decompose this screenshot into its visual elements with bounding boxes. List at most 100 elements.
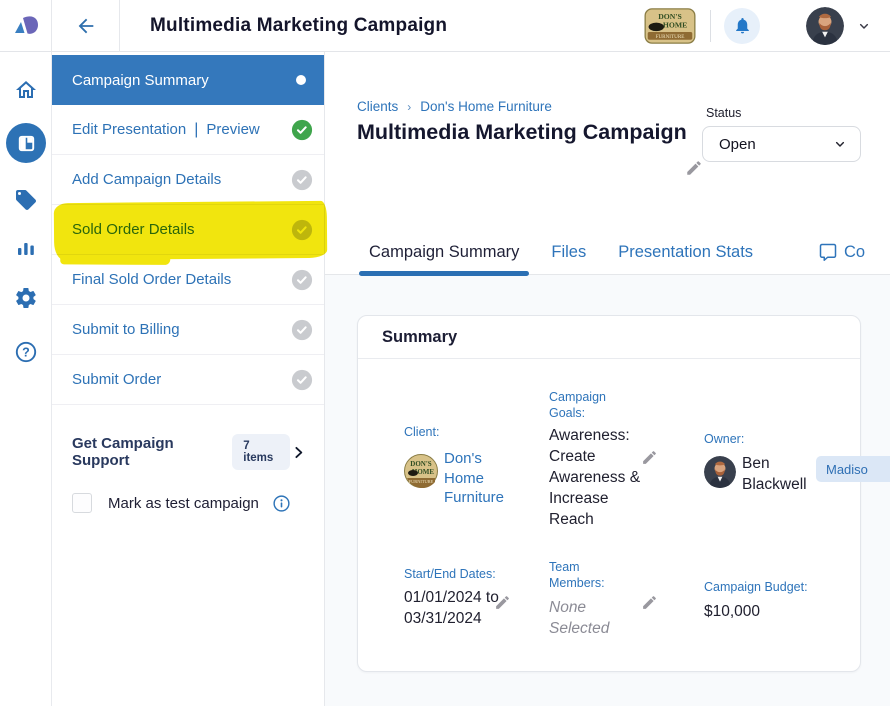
budget-label: Campaign Budget: (704, 579, 808, 595)
edit-title-button[interactable] (685, 159, 703, 182)
menu-item-label: Submit to Billing (72, 321, 291, 338)
svg-text:HOME: HOME (663, 20, 687, 29)
top-bar: Multimedia Marketing Campaign DON'S HOME… (0, 0, 890, 52)
support-label: Get Campaign Support (72, 435, 219, 469)
edit-team-button[interactable] (641, 594, 658, 616)
bar-chart-icon[interactable] (14, 235, 38, 259)
tab-presentation-stats[interactable]: Presentation Stats (608, 230, 763, 274)
tab-comments[interactable]: Co (819, 230, 865, 274)
chevron-right-icon (290, 444, 307, 461)
page-title: Multimedia Marketing Campaign (357, 116, 707, 148)
client-label: Client: (404, 424, 439, 440)
svg-text:DON'S: DON'S (410, 460, 432, 468)
client-logo-thumb[interactable]: DON'S HOME FURNITURE (404, 454, 438, 493)
breadcrumb: Clients › Don's Home Furniture (357, 99, 552, 114)
edit-dates-button[interactable] (494, 594, 511, 616)
budget-value: $10,000 (704, 602, 760, 623)
edit-presentation-link[interactable]: Edit Presentation (72, 121, 186, 138)
incomplete-check-icon (291, 219, 313, 241)
incomplete-check-icon (291, 369, 313, 391)
dashboard-nav-active[interactable] (6, 123, 46, 163)
test-campaign-row: Mark as test campaign (72, 493, 291, 513)
tab-bar: Campaign Summary Files Presentation Stat… (359, 230, 763, 274)
team-value: None Selected (549, 598, 629, 640)
incomplete-check-icon (291, 319, 313, 341)
main-content: Clients › Don's Home Furniture Multimedi… (325, 52, 890, 706)
home-icon[interactable] (14, 78, 38, 102)
client-field: Client: (404, 424, 439, 440)
back-button[interactable] (52, 0, 120, 52)
chevron-down-icon (856, 18, 872, 34)
support-items-badge: 7 items (232, 434, 290, 470)
goals-label: Campaign Goals: (549, 389, 621, 422)
owner-avatar (704, 456, 736, 488)
topbar-right: DON'S HOME FURNITURE (644, 7, 890, 45)
breadcrumb-clients[interactable]: Clients (357, 99, 398, 114)
svg-text:DON'S: DON'S (658, 12, 682, 21)
svg-text:FURNITURE: FURNITURE (656, 34, 685, 40)
pencil-icon (641, 449, 658, 466)
tab-campaign-summary[interactable]: Campaign Summary (359, 230, 529, 274)
pencil-icon (494, 594, 511, 611)
dashboard-icon (17, 134, 36, 153)
menu-item-label: Submit Order (72, 371, 291, 388)
notifications-button[interactable] (724, 8, 760, 44)
svg-text:FURNITURE: FURNITURE (409, 479, 434, 484)
tab-files[interactable]: Files (541, 230, 596, 274)
edit-goals-button[interactable] (641, 449, 658, 471)
icon-rail: ? (0, 52, 52, 706)
menu-item-submit-to-billing[interactable]: Submit to Billing (52, 305, 324, 355)
topbar-divider (710, 10, 711, 42)
menu-item-label: Add Campaign Details (72, 171, 291, 188)
help-icon[interactable]: ? (14, 340, 38, 364)
breadcrumb-client-name[interactable]: Don's Home Furniture (420, 99, 552, 114)
team-label: Team Members: (549, 559, 621, 592)
menu-item-label: Final Sold Order Details (72, 271, 291, 288)
menu-item-add-campaign-details[interactable]: Add Campaign Details (52, 155, 324, 205)
menu-item-submit-order[interactable]: Submit Order (52, 355, 324, 405)
pencil-icon (641, 594, 658, 611)
workflow-menu: Campaign Summary Edit Presentation | Pre… (52, 52, 325, 706)
complete-check-icon (291, 119, 313, 141)
breadcrumb-separator: › (407, 99, 411, 114)
chevron-down-icon (832, 136, 848, 152)
bell-icon (733, 16, 752, 35)
owner-avatar-image (704, 456, 736, 488)
dates-label: Start/End Dates: (404, 566, 496, 582)
user-avatar-image (806, 7, 844, 45)
menu-item-label: Campaign Summary (72, 72, 296, 89)
menu-item-campaign-summary[interactable]: Campaign Summary (52, 55, 324, 105)
tag-icon[interactable] (14, 188, 38, 212)
client-name-link[interactable]: Don's Home Furniture (444, 449, 526, 508)
user-avatar[interactable] (806, 7, 844, 45)
incomplete-check-icon (291, 269, 313, 291)
summary-card-title: Summary (358, 316, 860, 359)
test-campaign-checkbox[interactable] (72, 493, 92, 513)
status-label: Status (706, 106, 741, 120)
dates-value: 01/01/2024 to 03/31/2024 (404, 588, 499, 630)
info-icon (272, 494, 291, 513)
preview-link[interactable]: Preview (206, 121, 291, 138)
client-logo: DON'S HOME FURNITURE (644, 8, 696, 44)
comment-icon (819, 243, 837, 261)
back-arrow-icon (75, 15, 97, 37)
incomplete-check-icon (291, 169, 313, 191)
menu-item-sold-order-details[interactable]: Sold Order Details (52, 205, 324, 255)
active-dot-indicator (296, 75, 306, 85)
status-dropdown[interactable]: Open (702, 126, 861, 162)
menu-item-final-sold-order-details[interactable]: Final Sold Order Details (52, 255, 324, 305)
app-logo[interactable] (0, 0, 52, 52)
summary-card: Summary Client: DON'S HOME FURNITURE Don… (357, 315, 861, 672)
test-campaign-label: Mark as test campaign (108, 495, 259, 512)
support-chevron[interactable] (290, 444, 307, 461)
owner-market-badge: Madiso (816, 456, 890, 482)
get-campaign-support[interactable]: Get Campaign Support 7 items (52, 435, 323, 469)
gear-icon[interactable] (14, 286, 38, 310)
owner-name: Ben Blackwell (742, 454, 814, 496)
window-title: Multimedia Marketing Campaign (150, 15, 644, 37)
label-separator: | (194, 121, 198, 139)
menu-item-edit-presentation[interactable]: Edit Presentation | Preview (52, 105, 324, 155)
account-menu-chevron[interactable] (856, 18, 872, 34)
client-logo-icon: DON'S HOME FURNITURE (404, 454, 438, 488)
test-campaign-info[interactable] (272, 494, 291, 513)
